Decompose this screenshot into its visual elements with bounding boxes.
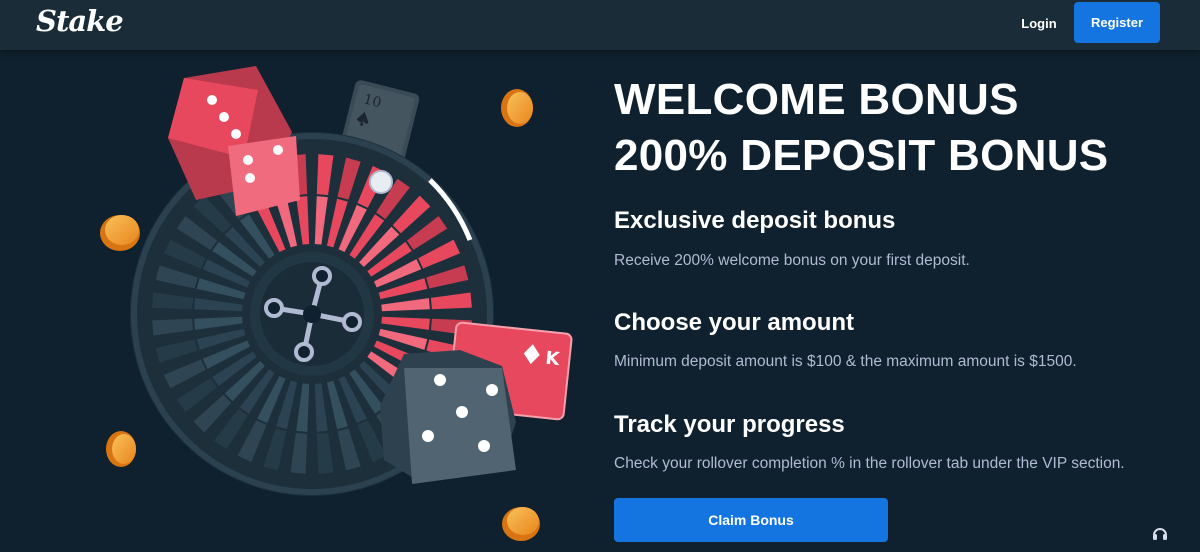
top-nav: Stake Login Register [0,0,1200,50]
coin-icon [100,215,140,251]
step-title-progress: Track your progress [614,411,845,438]
coin-icon [106,431,136,467]
stake-logo[interactable]: Stake [36,4,124,38]
coin-icon [502,507,540,541]
headline-line-2: 200% DEPOSIT BONUS [614,131,1109,180]
login-button[interactable]: Login [1008,4,1070,42]
page-title: WELCOME BONUS 200% DEPOSIT BONUS [614,72,1184,184]
casino-illustration: 10 K [100,66,573,541]
headset-icon[interactable] [1150,524,1170,544]
step-desc-exclusive: Receive 200% welcome bonus on your first… [614,252,970,269]
headline-line-1: WELCOME BONUS [614,75,1019,124]
coin-icon [501,89,533,127]
promo-section: 10 K WELCOME BONUS 200% DEPOSIT BONUS Ex… [0,50,1200,552]
step-desc-amount: Minimum deposit amount is $100 & the max… [614,353,1077,370]
step-desc-progress: Check your rollover completion % in the … [614,455,1125,472]
step-title-amount: Choose your amount [614,309,855,336]
register-button[interactable]: Register [1074,2,1160,43]
claim-bonus-button[interactable]: Claim Bonus [614,498,888,542]
grey-dice-icon [380,350,516,484]
step-title-exclusive: Exclusive deposit bonus [614,207,896,234]
